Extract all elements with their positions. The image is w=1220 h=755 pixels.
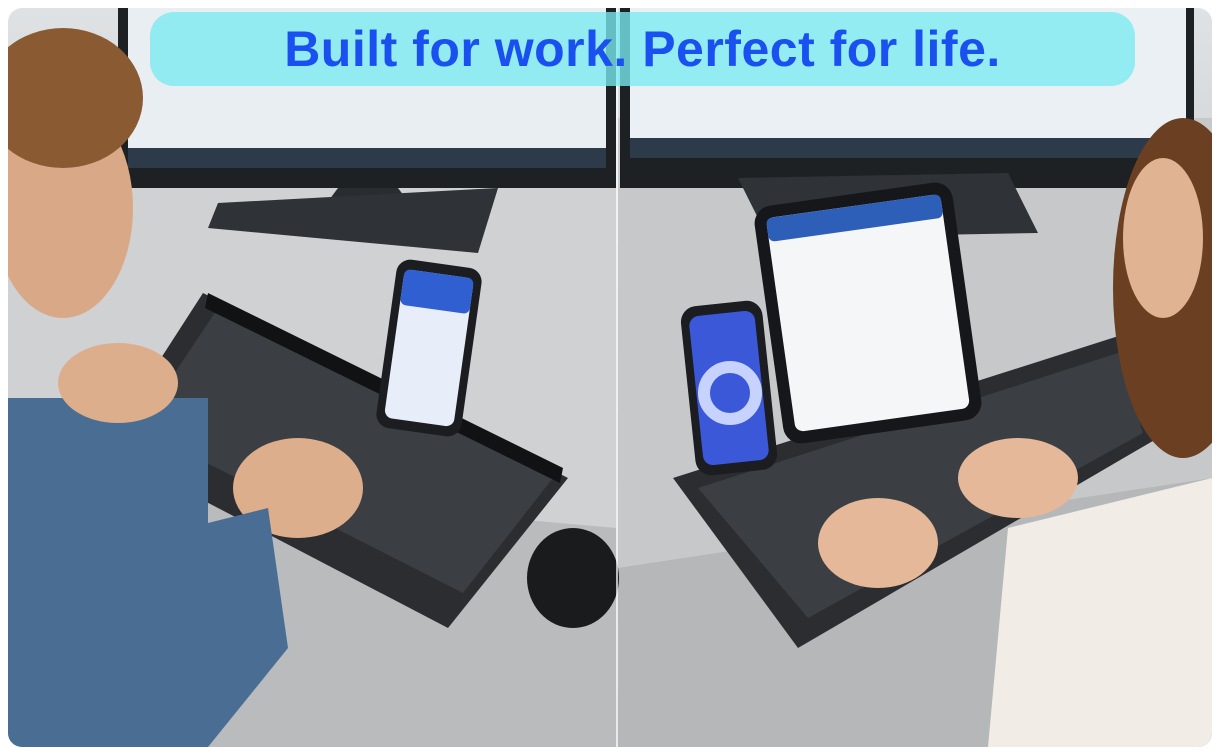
mouse	[527, 528, 619, 628]
headline-text: Built for work. Perfect for life.	[284, 21, 1001, 77]
monitor-left-taskbar	[128, 148, 606, 168]
tablet	[754, 182, 982, 444]
woman-face	[1123, 158, 1203, 318]
office-scene-illustration	[8, 8, 1212, 747]
split-divider	[616, 8, 618, 747]
headline-banner: Built for work. Perfect for life.	[150, 12, 1135, 86]
monitor-right-taskbar	[630, 138, 1186, 158]
product-photo-frame: Built for work. Perfect for life.	[8, 8, 1212, 747]
woman-right-hand	[958, 438, 1078, 518]
man-left-hand	[58, 343, 178, 423]
woman-left-hand	[818, 498, 938, 588]
